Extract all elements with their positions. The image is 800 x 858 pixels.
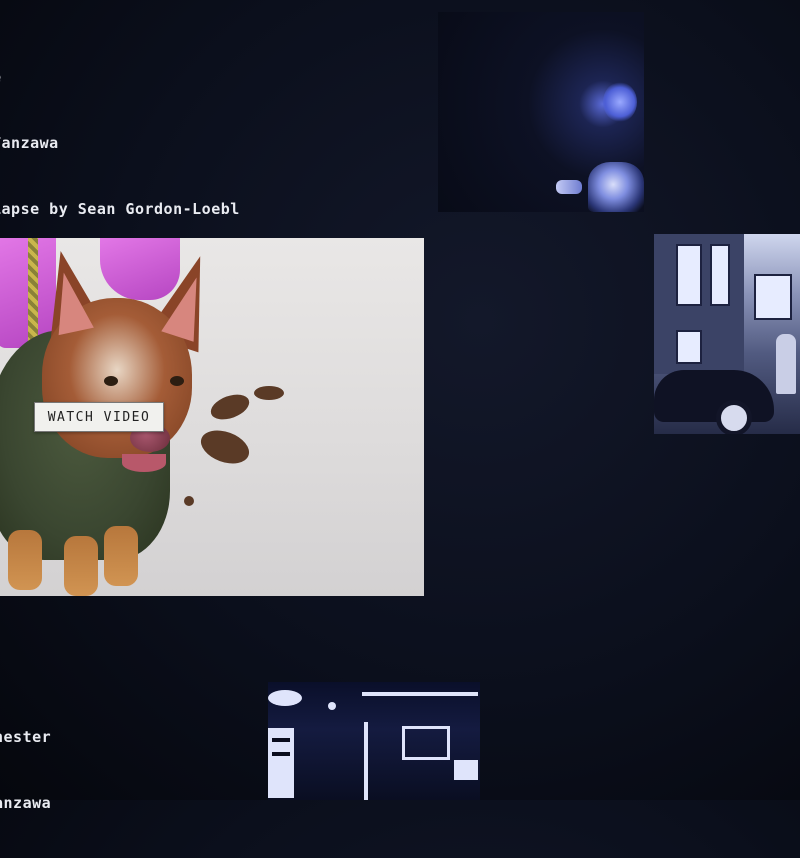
top-caption-line-2: Tanzawa <box>0 134 59 152</box>
snow-dirt <box>254 386 284 400</box>
thumbnail-glow <box>588 162 644 212</box>
building-window <box>710 244 730 306</box>
thumbnail-glow <box>603 82 637 122</box>
light-spot <box>268 690 302 706</box>
panel-stripe <box>272 752 290 756</box>
doorframe <box>364 722 368 800</box>
video-thumbnail-street[interactable] <box>654 234 800 434</box>
top-caption-line-3: Lapse by Sean Gordon-Loebl <box>0 200 240 218</box>
bottom-caption: hester anzawa <box>0 682 51 858</box>
dog-eye <box>104 376 118 386</box>
dog-leg <box>104 526 138 586</box>
snow-dirt <box>196 424 254 470</box>
snow-dirt <box>207 389 253 425</box>
car <box>654 370 774 422</box>
bottom-caption-line-2: anzawa <box>0 794 52 812</box>
top-caption-line-1: e <box>0 66 240 88</box>
thumbnail-glow <box>556 180 582 194</box>
video-gallery-page: e Tanzawa Lapse by Sean Gordon-Loebl WAT… <box>0 0 800 812</box>
sign-strip <box>362 692 478 696</box>
snow-dirt <box>184 496 194 506</box>
pedestrian <box>776 334 796 394</box>
leash <box>28 238 38 348</box>
storefront-window <box>402 726 450 760</box>
dog-mouth <box>122 454 166 472</box>
dog-leg <box>8 530 42 590</box>
light-spot <box>328 702 336 710</box>
panel-stripe <box>272 738 290 742</box>
car-wheel <box>716 400 752 434</box>
dog-eye <box>170 376 184 386</box>
video-thumbnail-night[interactable] <box>438 12 644 212</box>
dog-leg <box>64 536 98 596</box>
building-window <box>676 244 702 306</box>
watch-video-button[interactable]: WATCH VIDEO <box>34 402 164 432</box>
storefront-sign <box>454 760 478 780</box>
video-thumbnail-storefront[interactable] <box>268 682 480 800</box>
building-window <box>676 330 702 364</box>
bottom-caption-line-1: hester <box>0 728 52 746</box>
top-caption: e Tanzawa Lapse by Sean Gordon-Loebl <box>0 22 240 264</box>
building-door <box>754 274 792 320</box>
